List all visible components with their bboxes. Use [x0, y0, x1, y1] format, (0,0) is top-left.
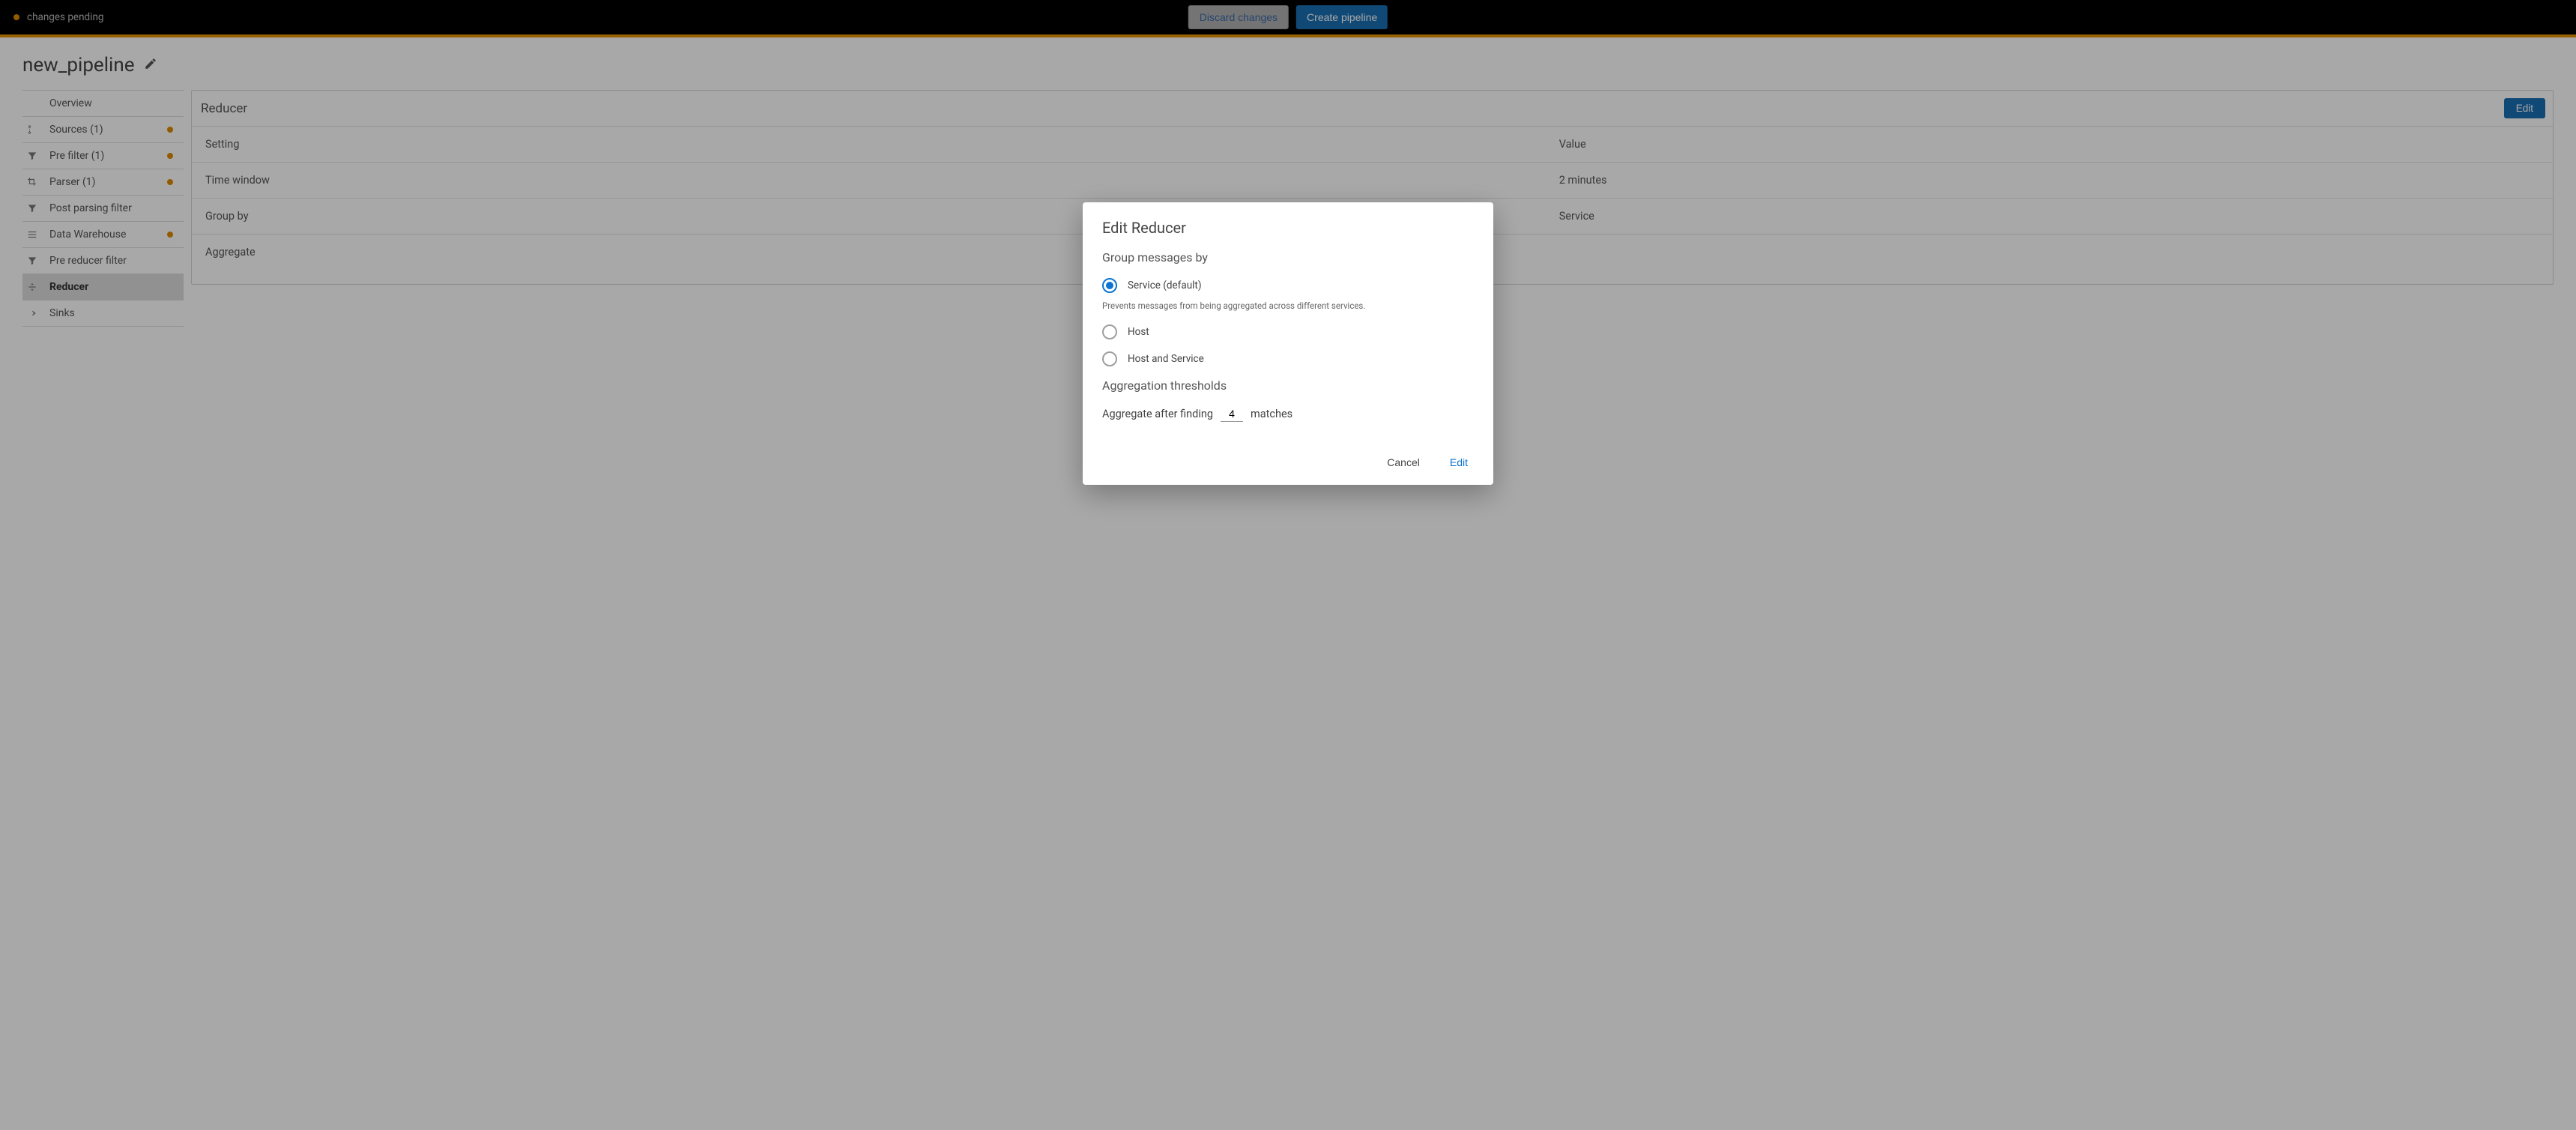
radio-label: Host: [1128, 326, 1149, 338]
group-by-heading: Group messages by: [1102, 250, 1474, 265]
modal-edit-button[interactable]: Edit: [1447, 452, 1471, 473]
modal-scrim[interactable]: [0, 0, 2576, 1130]
edit-reducer-modal: Edit Reducer Group messages by Service (…: [1083, 202, 1493, 485]
radio-label: Host and Service: [1128, 353, 1204, 365]
modal-cancel-button[interactable]: Cancel: [1384, 452, 1423, 473]
group-by-option-host[interactable]: Host: [1102, 324, 1474, 339]
radio-icon: [1102, 278, 1117, 293]
radio-icon: [1102, 324, 1117, 339]
threshold-input[interactable]: [1221, 406, 1243, 422]
thresholds-heading: Aggregation thresholds: [1102, 378, 1474, 393]
threshold-after-text: matches: [1251, 408, 1292, 420]
threshold-row: Aggregate after finding matches: [1102, 406, 1474, 422]
group-by-option-host-and-service[interactable]: Host and Service: [1102, 351, 1474, 366]
radio-label: Service (default): [1128, 280, 1202, 291]
threshold-before-text: Aggregate after finding: [1102, 408, 1213, 420]
modal-title: Edit Reducer: [1102, 219, 1474, 237]
radio-icon: [1102, 351, 1117, 366]
group-by-helper-text: Prevents messages from being aggregated …: [1102, 300, 1474, 311]
group-by-option-service-default[interactable]: Service (default): [1102, 278, 1474, 293]
modal-actions: Cancel Edit: [1102, 452, 1474, 473]
